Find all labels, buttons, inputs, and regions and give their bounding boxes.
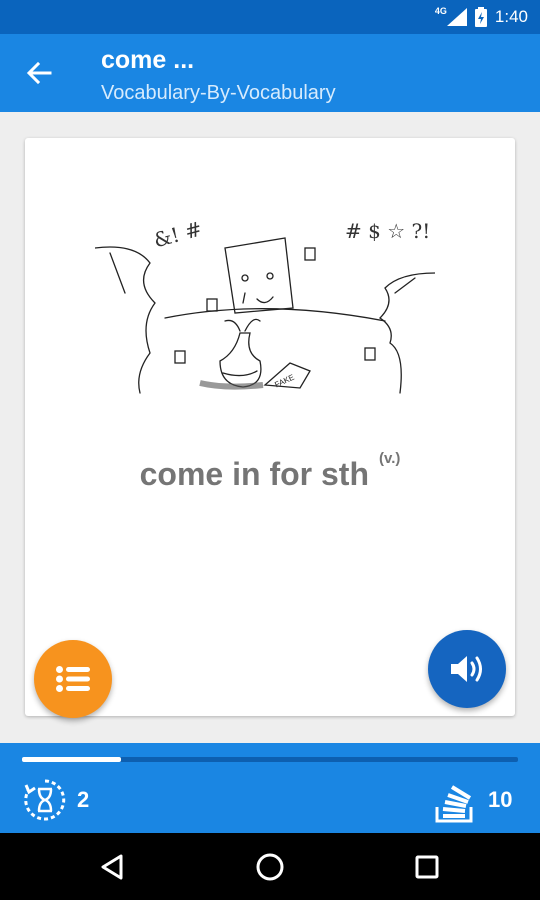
app-bar: come ... Vocabulary-By-Vocabulary — [0, 34, 540, 112]
vocabulary-word: come in for sth — [139, 456, 369, 492]
play-sound-button[interactable] — [428, 630, 506, 708]
progress-panel: 2 10 — [0, 743, 540, 833]
word-list-button[interactable] — [34, 640, 112, 718]
back-button[interactable] — [18, 52, 60, 94]
system-nav-bar — [0, 833, 540, 900]
curse-left-text: &! # — [151, 216, 205, 252]
arrow-back-icon — [26, 61, 52, 85]
nav-recents-button[interactable] — [405, 845, 449, 889]
progress-bar — [22, 757, 518, 762]
square-recent-icon — [415, 855, 439, 879]
card-stack-icon — [435, 785, 473, 823]
network-type: 4G — [434, 6, 447, 16]
word-illustration: FAKE &! # # $ ☆ ?! — [95, 216, 435, 394]
part-of-speech: (v.) — [378, 450, 401, 467]
battery-icon — [474, 7, 487, 27]
triangle-back-icon — [101, 854, 123, 880]
total-count: 10 — [488, 787, 513, 812]
circle-home-icon — [256, 853, 284, 881]
progress-fill — [22, 757, 122, 762]
status-bar: 4G 1:40 — [0, 0, 540, 34]
word-container: come in for sth (v.) — [25, 450, 515, 493]
nav-back-button[interactable] — [90, 845, 134, 889]
hourglass-icon — [24, 779, 66, 821]
nav-home-button[interactable] — [248, 845, 292, 889]
list-icon — [56, 666, 90, 692]
curse-right-text: # $ ☆ ?! — [345, 219, 430, 243]
signal-icon — [446, 8, 467, 26]
status-icons: 4G 1:40 — [435, 0, 528, 34]
page-title: come ... — [101, 46, 195, 74]
volume-icon — [451, 656, 482, 682]
clock: 1:40 — [494, 7, 528, 26]
flashcard[interactable]: FAKE &! # # $ ☆ ?! come in for sth (v.) — [25, 138, 515, 716]
page-subtitle: Vocabulary-By-Vocabulary — [101, 82, 336, 104]
review-count: 2 — [77, 787, 90, 812]
